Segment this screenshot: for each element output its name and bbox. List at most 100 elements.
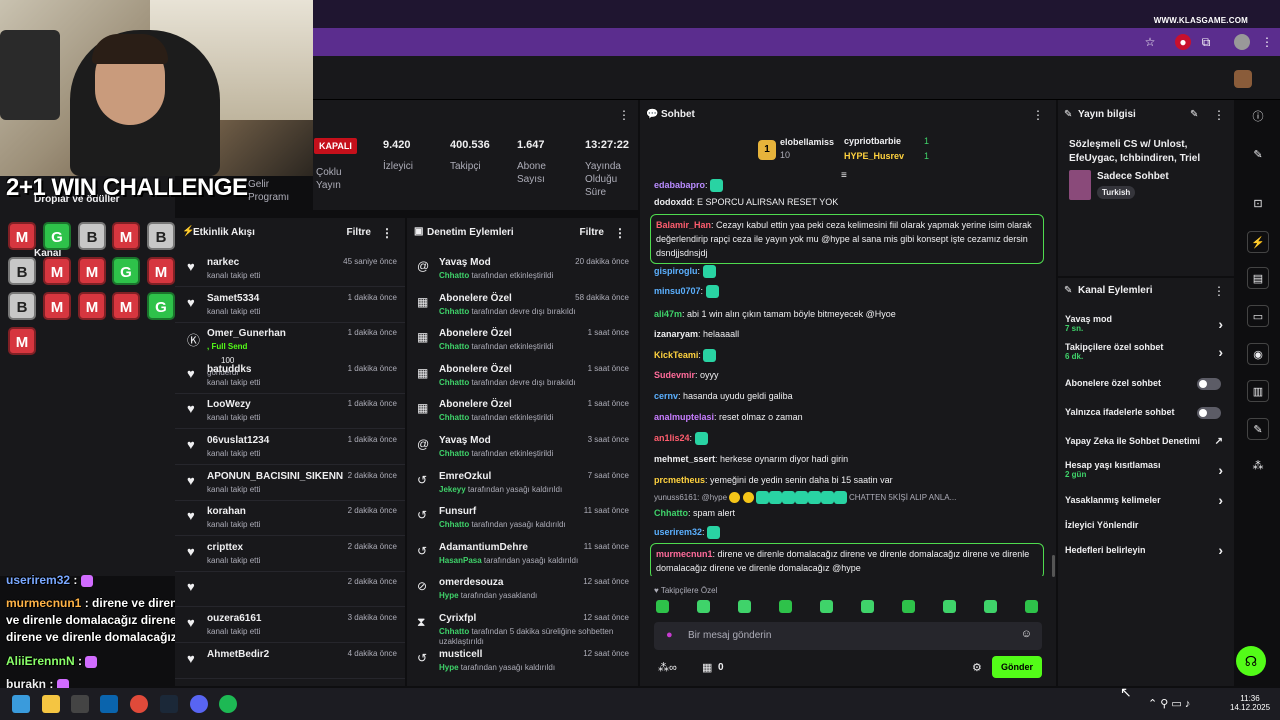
moderation-target[interactable]: Yavaş Mod <box>439 435 491 446</box>
stream-info-more-icon[interactable]: ⋮ <box>1213 108 1225 122</box>
channel-action-item[interactable]: Yasaklanmış kelimeler › <box>1065 492 1227 508</box>
moderation-item[interactable]: ▦ Abonelere Özel Chhatto tarafından etkinl… <box>407 393 638 429</box>
moderation-target[interactable]: AdamantiumDehre <box>439 542 528 553</box>
activity-item[interactable]: ♥ 06vuslat1234 kanalı takip etti 1 dakika ö… <box>175 429 405 465</box>
chat-bubble-icon[interactable]: ▭ <box>1247 305 1269 327</box>
browser-menu-icon[interactable]: ⋮ <box>1259 34 1275 50</box>
moderation-item[interactable]: ▦ Abonelere Özel Chhatto tarafından devre … <box>407 287 638 323</box>
activity-more-icon[interactable]: ⋮ <box>381 226 393 240</box>
emote-button[interactable] <box>861 600 874 613</box>
moderator-name[interactable]: Chhatto <box>439 627 469 636</box>
moderation-target[interactable]: Abonelere Özel <box>439 364 512 375</box>
chat-username[interactable]: edababapro <box>654 180 705 190</box>
chat-username[interactable]: Chhatto <box>654 508 688 518</box>
chat-username[interactable]: cernv <box>654 391 678 401</box>
clipboard-icon[interactable]: ▤ <box>1247 267 1269 289</box>
moderation-target[interactable]: EmreOzkul <box>439 471 491 482</box>
activity-item[interactable]: ♥ 2 dakika önce <box>175 571 405 608</box>
activity-item[interactable]: ♥ Samet5334 kanalı takip etti 1 dakika önce <box>175 287 405 323</box>
profile-avatar[interactable] <box>1234 34 1250 50</box>
activity-item[interactable]: 100 gönderdi Ⓚ Omer_Gunerhan, Full Send 1 da… <box>175 322 405 377</box>
chevron-right-icon[interactable]: › <box>1218 344 1223 360</box>
moderation-item[interactable]: ↺ EmreOzkul Jekeyy tarafından yasağı kaldı… <box>407 465 638 501</box>
activity-user[interactable]: cripttex <box>207 542 243 553</box>
lightning-icon[interactable]: ⚡ <box>1247 231 1269 253</box>
file-explorer-icon[interactable] <box>42 695 60 713</box>
activity-user[interactable]: APONUN_BACISINI_SIKENN <box>207 471 343 482</box>
chat-username[interactable]: minsu0707 <box>654 286 701 296</box>
moderation-target[interactable]: Funsurf <box>439 506 476 517</box>
emote-button[interactable] <box>697 600 710 613</box>
channel-action-item[interactable]: Abonelere özel sohbet <box>1065 378 1227 390</box>
dots-icon[interactable]: ⁂ <box>1247 455 1269 477</box>
moderation-item[interactable]: ↺ musticell Hype tarafından yasağı kaldırı… <box>407 643 638 679</box>
toggle-switch[interactable] <box>1197 407 1221 419</box>
chat-username[interactable]: userirem32 <box>654 527 702 537</box>
emote-button[interactable] <box>738 600 751 613</box>
channel-action-item[interactable]: Hedefleri belirleyin › <box>1065 542 1227 558</box>
moderation-item[interactable]: ⊘ omerdesouza Hype tarafından yasaklandı 12… <box>407 571 638 607</box>
activity-user[interactable]: ouzera6161 <box>207 613 261 624</box>
chat-username[interactable]: izanaryam <box>654 329 698 339</box>
activity-item[interactable]: ♥ korahan kanalı takip etti 2 dakika önce <box>175 500 405 537</box>
moderator-name[interactable]: Chhatto <box>439 271 469 280</box>
chat-username[interactable]: mehmet_ssert <box>654 454 715 464</box>
send-button[interactable]: Gönder <box>992 656 1042 678</box>
chat-username[interactable]: prcmetheus <box>654 475 705 485</box>
wrench-icon[interactable]: ✎ <box>1247 418 1269 440</box>
more-options-icon[interactable]: ⋮ <box>618 108 630 122</box>
moderation-target[interactable]: musticell <box>439 649 482 660</box>
moderation-item[interactable]: @ Yavaş Mod Chhatto tarafından etkinleştir… <box>407 251 638 287</box>
moderation-target[interactable]: Abonelere Özel <box>439 293 512 304</box>
broadcast-icon[interactable]: ◉ <box>1247 343 1269 365</box>
moderation-item[interactable]: ↺ AdamantiumDehre HasanPasa tarafından yas… <box>407 536 638 572</box>
chat-username[interactable]: Balamir_Han <box>656 220 711 230</box>
moderation-item[interactable]: ▦ Abonelere Özel Chhatto tarafından devre … <box>407 358 638 394</box>
activity-filter-button[interactable]: Filtre <box>347 227 371 238</box>
emote-button[interactable] <box>902 600 915 613</box>
channel-action-item[interactable]: Yapay Zeka ile Sohbet Denetimi ↗ <box>1065 436 1227 447</box>
gift-icon[interactable]: ▦ <box>702 661 712 674</box>
channel-action-item[interactable]: Hesap yaşı kısıtlaması 2 gün › <box>1065 460 1227 479</box>
leaderboard-user[interactable]: HYPE_Husrev <box>844 151 904 161</box>
camera-icon[interactable]: ⊡ <box>1247 193 1269 215</box>
toggle-switch[interactable] <box>1197 378 1221 390</box>
channel-action-item[interactable]: Yalnızca ifadelerle sohbet <box>1065 407 1227 419</box>
activity-item[interactable]: ♥ AhmetBedir2 4 dakika önce <box>175 643 405 679</box>
moderation-target[interactable]: Yavaş Mod <box>439 257 491 268</box>
user-avatar[interactable] <box>1234 70 1252 88</box>
moderation-filter-button[interactable]: Filtre <box>580 227 604 238</box>
moderator-name[interactable]: Chhatto <box>439 342 469 351</box>
chat-username[interactable]: murmecnun1 <box>656 549 713 559</box>
chat-username[interactable]: analmuptelasi <box>654 412 714 422</box>
chat-scrollbar[interactable] <box>1052 555 1055 577</box>
emote-button[interactable] <box>656 600 669 613</box>
activity-user[interactable]: 06vuslat1234 <box>207 435 269 446</box>
chrome-icon[interactable] <box>130 695 148 713</box>
moderator-name[interactable]: HasanPasa <box>439 556 482 565</box>
moderator-name[interactable]: Hype <box>439 663 459 672</box>
chevron-right-icon[interactable]: › <box>1218 542 1223 558</box>
store-icon[interactable] <box>71 695 89 713</box>
chat-username[interactable]: dodoxdd <box>654 197 692 207</box>
activity-item[interactable]: ♥ batuddks kanalı takip etti 1 dakika önce <box>175 358 405 394</box>
chat-username[interactable]: Sudevmir <box>654 370 695 380</box>
chat-input-placeholder[interactable]: Bir mesaj gönderin <box>688 630 771 641</box>
moderator-name[interactable]: Chhatto <box>439 307 469 316</box>
external-link-icon[interactable]: ↗ <box>1215 436 1223 447</box>
leaderboard-user[interactable]: elobellamiss <box>780 137 834 147</box>
chat-more-icon[interactable]: ⋮ <box>1032 108 1044 122</box>
leaderboard-user[interactable]: cypriotbarbie <box>844 136 901 146</box>
activity-user[interactable]: batuddks <box>207 364 251 375</box>
tray-icons[interactable]: ⌃ ⚲ ▭ ♪ <box>1148 697 1190 710</box>
moderation-target[interactable]: Cyrixfpl <box>439 613 476 624</box>
settings-gear-icon[interactable]: ⚙ <box>972 661 982 674</box>
moderation-target[interactable]: Abonelere Özel <box>439 399 512 410</box>
emote-button[interactable] <box>820 600 833 613</box>
chat-username[interactable]: gispiroglu <box>654 266 698 276</box>
activity-user[interactable]: narkec <box>207 257 239 268</box>
category-thumbnail[interactable] <box>1069 170 1091 200</box>
activity-user[interactable]: AhmetBedir2 <box>207 649 269 660</box>
channel-actions-more-icon[interactable]: ⋮ <box>1213 284 1225 298</box>
info-icon[interactable]: ⓘ <box>1247 106 1269 128</box>
